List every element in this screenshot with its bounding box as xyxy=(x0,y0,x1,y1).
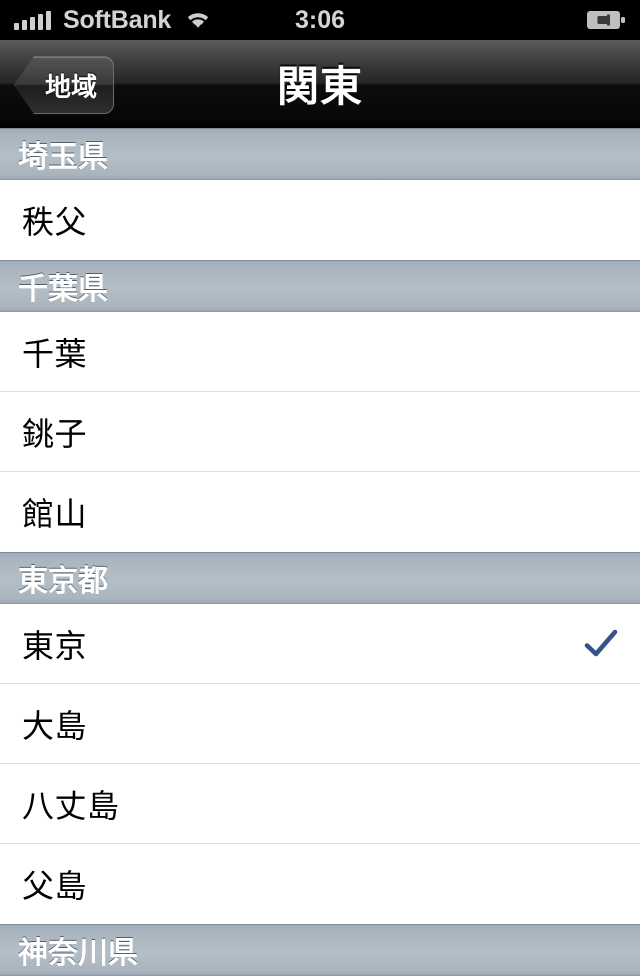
list-item[interactable]: 秩父 xyxy=(0,180,640,260)
checkmark-icon xyxy=(584,627,618,661)
navigation-bar: 地域 関東 xyxy=(0,40,640,128)
list-item[interactable]: 館山 xyxy=(0,472,640,552)
status-bar: SoftBank 3:06 xyxy=(0,0,640,40)
list-item[interactable]: 銚子 xyxy=(0,392,640,472)
section-header: 埼玉県 xyxy=(0,128,640,180)
page-title: 関東 xyxy=(276,63,363,110)
list-item-label: 秩父 xyxy=(22,204,88,240)
carrier-label: SoftBank xyxy=(63,5,172,34)
list-item-label: 千葉 xyxy=(22,335,88,372)
status-bar-left: SoftBank xyxy=(14,5,213,34)
section-header: 東京都 xyxy=(0,552,640,604)
wifi-icon xyxy=(183,9,213,31)
list-item-label: 大島 xyxy=(22,707,88,744)
list-item[interactable]: 大島 xyxy=(0,684,640,764)
list-item[interactable]: 八丈島 xyxy=(0,764,640,844)
list-item-label: 東京 xyxy=(22,627,88,664)
signal-strength-icon xyxy=(14,10,51,30)
list-item-selected[interactable]: 東京 xyxy=(0,604,640,684)
region-list: 埼玉県 秩父 千葉県 千葉 銚子 館山 東京都 東京 大島 八丈島 父島 神奈川… xyxy=(0,128,640,976)
list-item-label: 館山 xyxy=(22,496,88,532)
list-item[interactable]: 千葉 xyxy=(0,312,640,392)
section-header: 千葉県 xyxy=(0,260,640,312)
section-header: 神奈川県 xyxy=(0,924,640,976)
list-item[interactable]: 父島 xyxy=(0,844,640,924)
status-bar-right xyxy=(586,9,626,31)
list-item-label: 銚子 xyxy=(22,415,88,452)
battery-charging-icon xyxy=(586,9,626,31)
list-item-label: 八丈島 xyxy=(22,787,120,824)
list-item-label: 父島 xyxy=(22,868,88,904)
